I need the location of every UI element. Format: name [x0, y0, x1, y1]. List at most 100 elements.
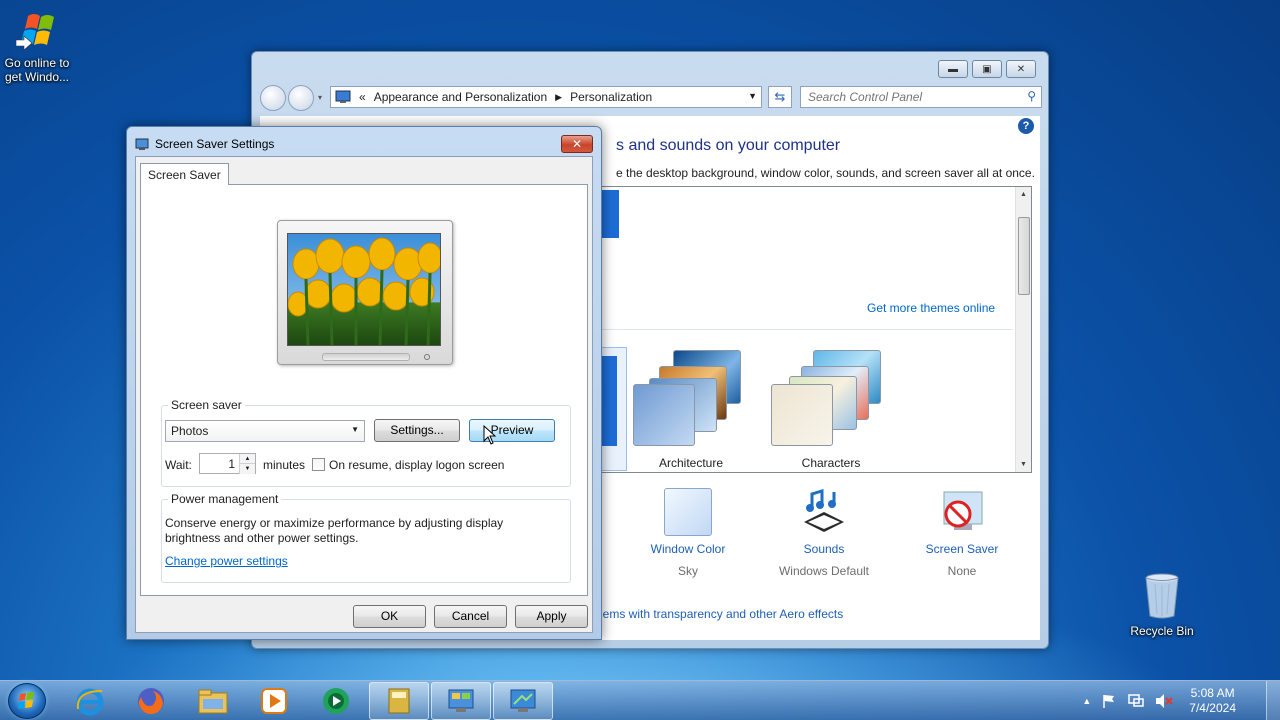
window-color-label[interactable]: Window Color: [628, 542, 748, 556]
forward-button[interactable]: [288, 85, 314, 111]
personalization-settings: Window Color Sky Sounds Windows Default: [600, 488, 1040, 588]
taskbar-media-player[interactable]: [244, 682, 304, 720]
cancel-button[interactable]: Cancel: [434, 605, 507, 628]
close-button[interactable]: ✕: [1006, 60, 1036, 78]
power-management-group: Power management Conserve energy or maxi…: [161, 492, 571, 583]
scroll-up-icon[interactable]: ▲: [1020, 191, 1027, 198]
navigation-bar: ▾ « Appearance and Personalization ▶ Per…: [260, 85, 1042, 111]
change-power-settings-link[interactable]: Change power settings: [165, 554, 288, 568]
theme-name: Architecture: [658, 456, 724, 470]
windows-logo-icon: [15, 14, 54, 51]
window-color-value: Sky: [677, 564, 698, 578]
back-button[interactable]: [260, 85, 286, 111]
settings-button[interactable]: Settings...: [374, 419, 460, 442]
monitor-stand: [322, 353, 410, 361]
action-center-flag-icon[interactable]: [1101, 693, 1117, 709]
maximize-button[interactable]: ▣: [972, 60, 1002, 78]
refresh-button[interactable]: ⇆: [768, 86, 792, 108]
taskbar-firefox[interactable]: [121, 682, 181, 720]
taskbar-media-center[interactable]: [306, 682, 366, 720]
screen-saver-label[interactable]: Screen Saver: [902, 542, 1022, 556]
display-settings-icon: [510, 689, 536, 712]
tulips-image: [288, 234, 440, 345]
selected-screen-saver: Photos: [171, 424, 209, 438]
minimize-button[interactable]: ▬: [938, 60, 968, 78]
breadcrumb-root[interactable]: «: [359, 90, 366, 104]
breadcrumb-personalization[interactable]: Personalization: [570, 90, 652, 104]
desktop-icon-go-online[interactable]: Go online to get Windo...: [0, 10, 77, 84]
search-icon[interactable]: ⚲: [1027, 89, 1036, 103]
preview-monitor: [277, 220, 453, 365]
chevron-down-icon: ▼: [351, 425, 359, 434]
close-icon: ✕: [571, 137, 583, 151]
screen-saver-select[interactable]: Photos ▼: [165, 420, 365, 442]
dialog-titlebar: Screen Saver Settings: [135, 135, 274, 153]
resume-logon-checkbox[interactable]: [312, 458, 325, 471]
volume-muted-icon[interactable]: [1155, 693, 1173, 709]
desktop-icon-recycle-bin[interactable]: Recycle Bin: [1122, 572, 1202, 638]
preview-button[interactable]: Preview: [469, 419, 555, 442]
window-color-item[interactable]: Window Color Sky: [628, 488, 748, 578]
power-description-line-1: Conserve energy or maximize performance …: [165, 516, 504, 530]
control-panel-icon: [335, 90, 351, 103]
page-subtitle: e the desktop background, window color, …: [616, 166, 1035, 180]
taskbar-window-1[interactable]: [369, 682, 429, 720]
scroll-down-icon[interactable]: ▼: [1020, 461, 1027, 468]
screen-saver-icon: [943, 491, 983, 530]
taskbar-control-panel[interactable]: [431, 682, 491, 720]
wait-value: 1: [228, 457, 235, 471]
recycle-bin-icon: [1145, 573, 1179, 619]
screen-saver-group: Screen saver Photos ▼ Settings... Previe…: [161, 398, 571, 487]
ok-button[interactable]: OK: [353, 605, 426, 628]
internet-explorer-icon: [76, 688, 104, 716]
theme-architecture[interactable]: Architecture: [629, 350, 753, 470]
themes-list: Get more themes online Architecture Char…: [599, 186, 1032, 473]
network-icon[interactable]: [1127, 693, 1145, 709]
selected-theme-partial[interactable]: [599, 347, 627, 471]
taskbar-internet-explorer[interactable]: [60, 682, 120, 720]
spin-up-icon[interactable]: ▲: [239, 454, 255, 464]
start-button[interactable]: [8, 683, 46, 719]
search-input[interactable]: Search Control Panel ⚲: [800, 86, 1042, 108]
window-icon: [388, 688, 410, 714]
taskbar-screen-saver-settings[interactable]: [493, 682, 553, 720]
tab-screen-saver[interactable]: Screen Saver: [140, 163, 229, 185]
monitor-power-light: [424, 354, 430, 360]
screen-saver-settings-icon: [135, 138, 149, 150]
show-desktop-button[interactable]: [1266, 681, 1280, 720]
window-controls: ▬ ▣ ✕: [938, 60, 1036, 78]
theme-preview-partial[interactable]: [601, 190, 619, 238]
breadcrumb-appearance[interactable]: Appearance and Personalization: [374, 90, 547, 104]
wait-minutes-stepper[interactable]: 1 ▲ ▼: [199, 453, 256, 474]
screen-saver-item[interactable]: Screen Saver None: [902, 488, 1022, 578]
address-dropdown-icon[interactable]: ▼: [748, 91, 757, 101]
media-player-icon: [261, 688, 287, 714]
sounds-label[interactable]: Sounds: [764, 542, 884, 556]
scroll-thumb[interactable]: [1018, 217, 1030, 295]
window-color-icon: [664, 488, 712, 536]
resume-logon-label[interactable]: On resume, display logon screen: [329, 458, 504, 472]
apply-button[interactable]: Apply: [515, 605, 588, 628]
themes-scrollbar[interactable]: ▲ ▼: [1015, 187, 1031, 472]
mouse-cursor-icon: [483, 425, 497, 445]
sounds-item[interactable]: Sounds Windows Default: [764, 488, 884, 578]
windows-logo-icon: [18, 692, 34, 709]
dialog-close-button[interactable]: ✕: [561, 135, 593, 153]
address-bar[interactable]: « Appearance and Personalization ▶ Perso…: [330, 86, 762, 108]
show-hidden-icons-icon[interactable]: ▲: [1082, 696, 1091, 706]
spin-down-icon[interactable]: ▼: [239, 464, 255, 474]
tab-panel: Screen saver Photos ▼ Settings... Previe…: [140, 184, 588, 596]
theme-characters[interactable]: Characters: [769, 350, 893, 470]
control-panel-icon: [448, 689, 474, 712]
breadcrumb-arrow-icon[interactable]: ▶: [555, 92, 562, 103]
recent-pages-icon[interactable]: ▾: [318, 93, 322, 102]
taskbar-explorer[interactable]: [183, 682, 243, 720]
help-icon[interactable]: ?: [1018, 118, 1034, 134]
system-tray: ▲ 5:08 AM 7/4/2024: [1082, 681, 1236, 720]
aero-troubleshoot-link[interactable]: lems with transparency and other Aero ef…: [600, 607, 843, 621]
media-center-icon: [323, 688, 349, 714]
system-clock[interactable]: 5:08 AM 7/4/2024: [1189, 686, 1236, 716]
preview-screen: [287, 233, 441, 346]
get-more-themes-link[interactable]: Get more themes online: [867, 301, 995, 315]
firefox-icon: [138, 688, 164, 715]
